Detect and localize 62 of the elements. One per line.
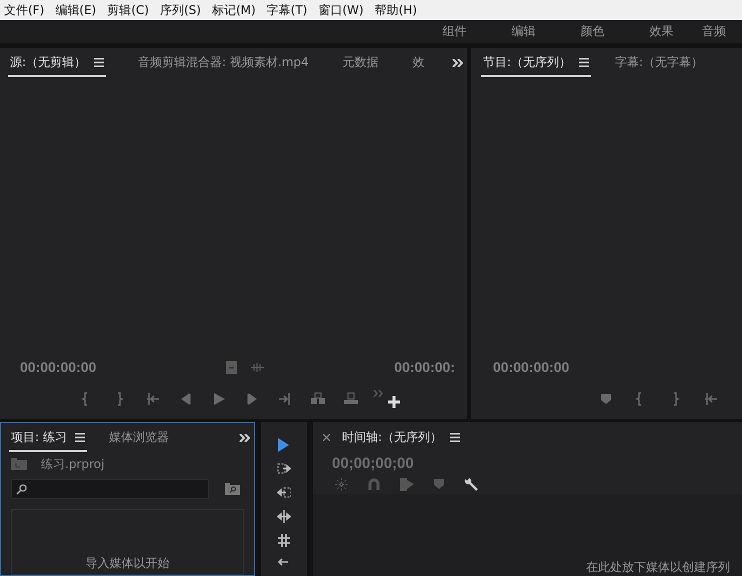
more-panels-icon[interactable] (452, 59, 463, 67)
panel-tab[interactable]: 效 (410, 50, 427, 76)
menu-item[interactable]: 编辑(E) (55, 2, 96, 18)
ripple-tool-icon[interactable] (277, 510, 291, 524)
go-to-out-icon[interactable] (278, 392, 292, 406)
menu-icon[interactable] (450, 432, 460, 442)
menu-icon[interactable] (74, 432, 85, 442)
more-panels-icon[interactable] (239, 434, 250, 442)
workspace-tab[interactable]: 编辑 (489, 22, 558, 41)
menu-item[interactable]: 文件(F) (4, 2, 44, 18)
workspace-tab[interactable]: 颜色 (558, 22, 627, 41)
menu-item[interactable]: 标记(M) (212, 2, 256, 18)
empty-message: 在此处放下媒体以创建序列 (586, 559, 730, 576)
track-backward-tool-icon[interactable] (277, 486, 291, 500)
menu-icon[interactable] (579, 58, 590, 66)
panel-tab[interactable]: 时间轴:（无序列） (342, 428, 460, 446)
insert-icon[interactable] (311, 392, 325, 406)
search-field[interactable] (11, 479, 209, 499)
menu-item[interactable]: 剪辑(C) (107, 2, 149, 18)
snap-magnet-icon[interactable] (368, 478, 380, 490)
rolling-tool-icon[interactable] (277, 534, 291, 548)
marker-icon[interactable] (599, 392, 613, 406)
video-frame-icon[interactable] (226, 360, 238, 374)
panel-tab[interactable]: 项目: 练习 (9, 424, 87, 452)
timecode: 00:00:00: (394, 359, 455, 375)
wrench-icon[interactable] (464, 477, 478, 491)
folder-search-icon[interactable] (225, 483, 240, 495)
workspace-tab[interactable]: 组件 (420, 22, 489, 41)
search-icon (16, 484, 27, 494)
marker-icon[interactable] (434, 478, 444, 490)
timecode: 00:00:00:00 (493, 359, 570, 375)
close-icon[interactable] (323, 434, 330, 440)
menu-item[interactable]: 窗口(W) (318, 2, 364, 18)
panel-tab[interactable]: 源:（无剪辑） (8, 50, 106, 76)
timecode: 00:00:00:00 (20, 359, 96, 375)
more-controls-icon[interactable] (373, 390, 384, 396)
menu-item[interactable]: 帮助(H) (374, 2, 417, 18)
folder-icon[interactable] (11, 458, 27, 470)
overwrite-icon[interactable] (344, 392, 358, 406)
panel-tab[interactable]: 元数据 (340, 50, 381, 76)
empty-message: 导入媒体以开始 (86, 555, 170, 572)
panel-tab[interactable]: 媒体浏览器 (106, 424, 171, 452)
go-to-in-icon[interactable] (146, 392, 160, 406)
panel-tab[interactable]: 字幕:（无字幕） (613, 50, 706, 76)
menu-item[interactable]: 序列(S) (160, 2, 201, 18)
workspace-tab[interactable]: 效果 (627, 22, 696, 41)
selection-tool-icon[interactable] (277, 438, 291, 452)
timecode: 00;00;00;00 (332, 454, 414, 472)
go-to-in-icon[interactable] (704, 392, 718, 406)
panel-tab[interactable]: 音频剪辑混合器: 视频素材.mp4 (136, 50, 311, 76)
project-file-name: 练习.prproj (41, 456, 104, 472)
play-icon[interactable] (212, 392, 226, 406)
menu-item[interactable]: 字幕(T) (266, 2, 308, 18)
add-button-icon[interactable] (388, 396, 400, 408)
tool-icon[interactable] (277, 558, 291, 566)
workspace-tab[interactable]: 音频 (696, 22, 742, 41)
panel-tab[interactable]: 节目:（无序列） (481, 50, 592, 76)
step-back-icon[interactable] (179, 392, 193, 406)
menu-icon[interactable] (94, 58, 104, 66)
audio-waveform-icon[interactable] (251, 362, 264, 372)
track-forward-tool-icon[interactable] (277, 462, 291, 476)
step-forward-icon[interactable] (245, 392, 259, 406)
